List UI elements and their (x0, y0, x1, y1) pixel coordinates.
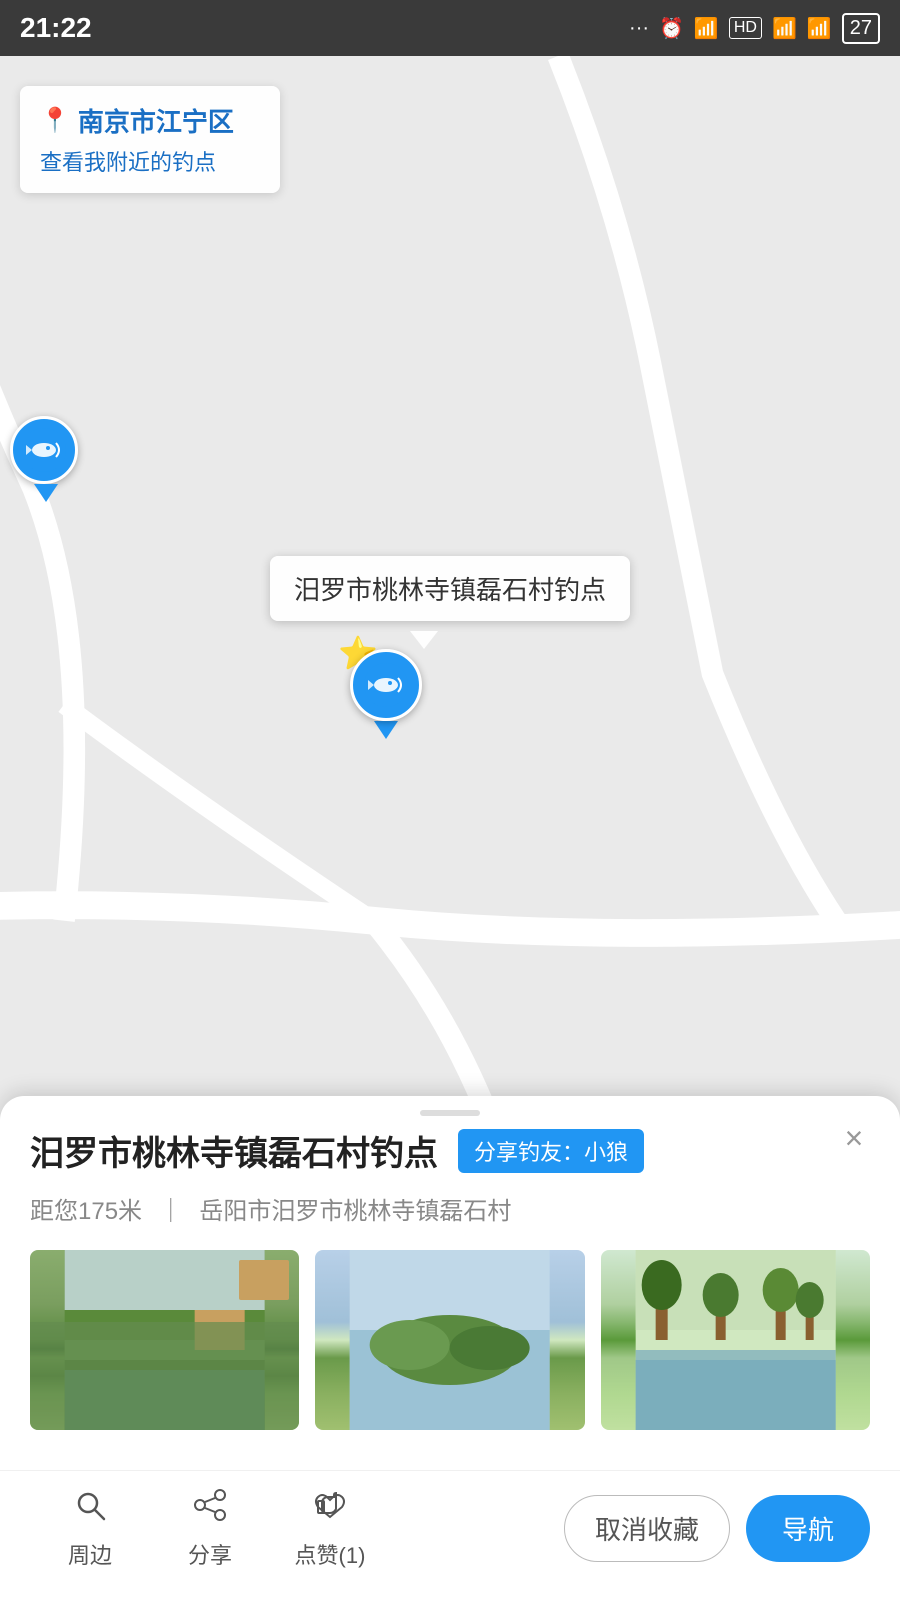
marker-bubble-center (350, 649, 422, 721)
location-city: 南京市江宁区 (78, 102, 234, 139)
action-buttons-group: 取消收藏 导航 (564, 1495, 870, 1562)
photo-1[interactable] (30, 1250, 299, 1430)
navigate-button[interactable]: 导航 (746, 1495, 870, 1562)
location-pin-icon: 📍 (40, 106, 70, 135)
share-badge: 分享钓友：小狼 (458, 1129, 644, 1173)
panel-distance: 距您175米 (30, 1198, 142, 1225)
share-action[interactable]: 分享 (150, 1487, 270, 1570)
like-action[interactable]: 点赞(1) (270, 1487, 390, 1570)
status-bar: 21:22 ··· ⏰ 📶 HD 📶 📶 27 (0, 0, 900, 56)
nearby-icon (72, 1487, 108, 1532)
signal-icon: 📶 (694, 16, 719, 41)
share-label: 分享 (188, 1538, 232, 1570)
like-icon (312, 1487, 348, 1532)
share-icon (192, 1487, 228, 1532)
battery-icon: 27 (842, 13, 880, 44)
marker-tail-center (374, 721, 398, 739)
alarm-icon: ⏰ (659, 16, 684, 41)
separator: ｜ (159, 1198, 183, 1225)
marker-tail-left (34, 484, 58, 502)
panel-title: 汨罗市桃林寺镇磊石村钓点 (30, 1126, 438, 1175)
fish-icon-center (364, 663, 408, 707)
signal2-icon: 📶 (772, 16, 797, 41)
marker-label-arrow (410, 631, 438, 649)
action-icons-group: 周边 分享 (30, 1487, 564, 1570)
hd-icon: HD (729, 17, 762, 39)
nearby-label: 周边 (68, 1538, 112, 1570)
panel-handle[interactable] (0, 1096, 900, 1126)
handle-bar (420, 1110, 480, 1116)
photo-grid (30, 1250, 870, 1430)
map-marker-left[interactable] (10, 416, 82, 500)
marker-bubble-left (10, 416, 78, 484)
photo-2[interactable] (315, 1250, 584, 1430)
panel-title-row: 汨罗市桃林寺镇磊石村钓点 分享钓友：小狼 (30, 1126, 870, 1175)
panel-meta: 距您175米 ｜ 岳阳市汨罗市桃林寺镇磊石村 (30, 1191, 870, 1226)
status-icons: ··· ⏰ 📶 HD 📶 📶 27 (629, 13, 880, 44)
location-nearby-link[interactable]: 查看我附近的钓点 (40, 145, 260, 177)
marker-icon-wrap: ⭐ (350, 649, 422, 739)
dots-icon: ··· (629, 17, 649, 40)
bottom-actions: 周边 分享 (0, 1470, 900, 1600)
status-time: 21:22 (20, 12, 92, 44)
map-marker-center[interactable]: 汨罗市桃林寺镇磊石村钓点 ⭐ (330, 556, 630, 739)
location-label[interactable]: 📍 南京市江宁区 查看我附近的钓点 (20, 86, 280, 193)
photo-3[interactable] (601, 1250, 870, 1430)
panel-content: 汨罗市桃林寺镇磊石村钓点 分享钓友：小狼 距您175米 ｜ 岳阳市汨罗市桃林寺镇… (0, 1126, 900, 1470)
fish-icon-left (22, 428, 66, 472)
marker-label-box: 汨罗市桃林寺镇磊石村钓点 (270, 556, 630, 621)
panel-address: 岳阳市汨罗市桃林寺镇磊石村 (199, 1198, 511, 1225)
wifi-icon: 📶 (807, 16, 832, 41)
nearby-action[interactable]: 周边 (30, 1487, 150, 1570)
panel-close-button[interactable]: × (832, 1116, 876, 1160)
cancel-collect-button[interactable]: 取消收藏 (564, 1495, 730, 1562)
like-label: 点赞(1) (295, 1538, 366, 1570)
location-city-row: 📍 南京市江宁区 (40, 102, 260, 139)
bottom-panel: × 汨罗市桃林寺镇磊石村钓点 分享钓友：小狼 距您175米 ｜ 岳阳市汨罗市桃林… (0, 1096, 900, 1600)
